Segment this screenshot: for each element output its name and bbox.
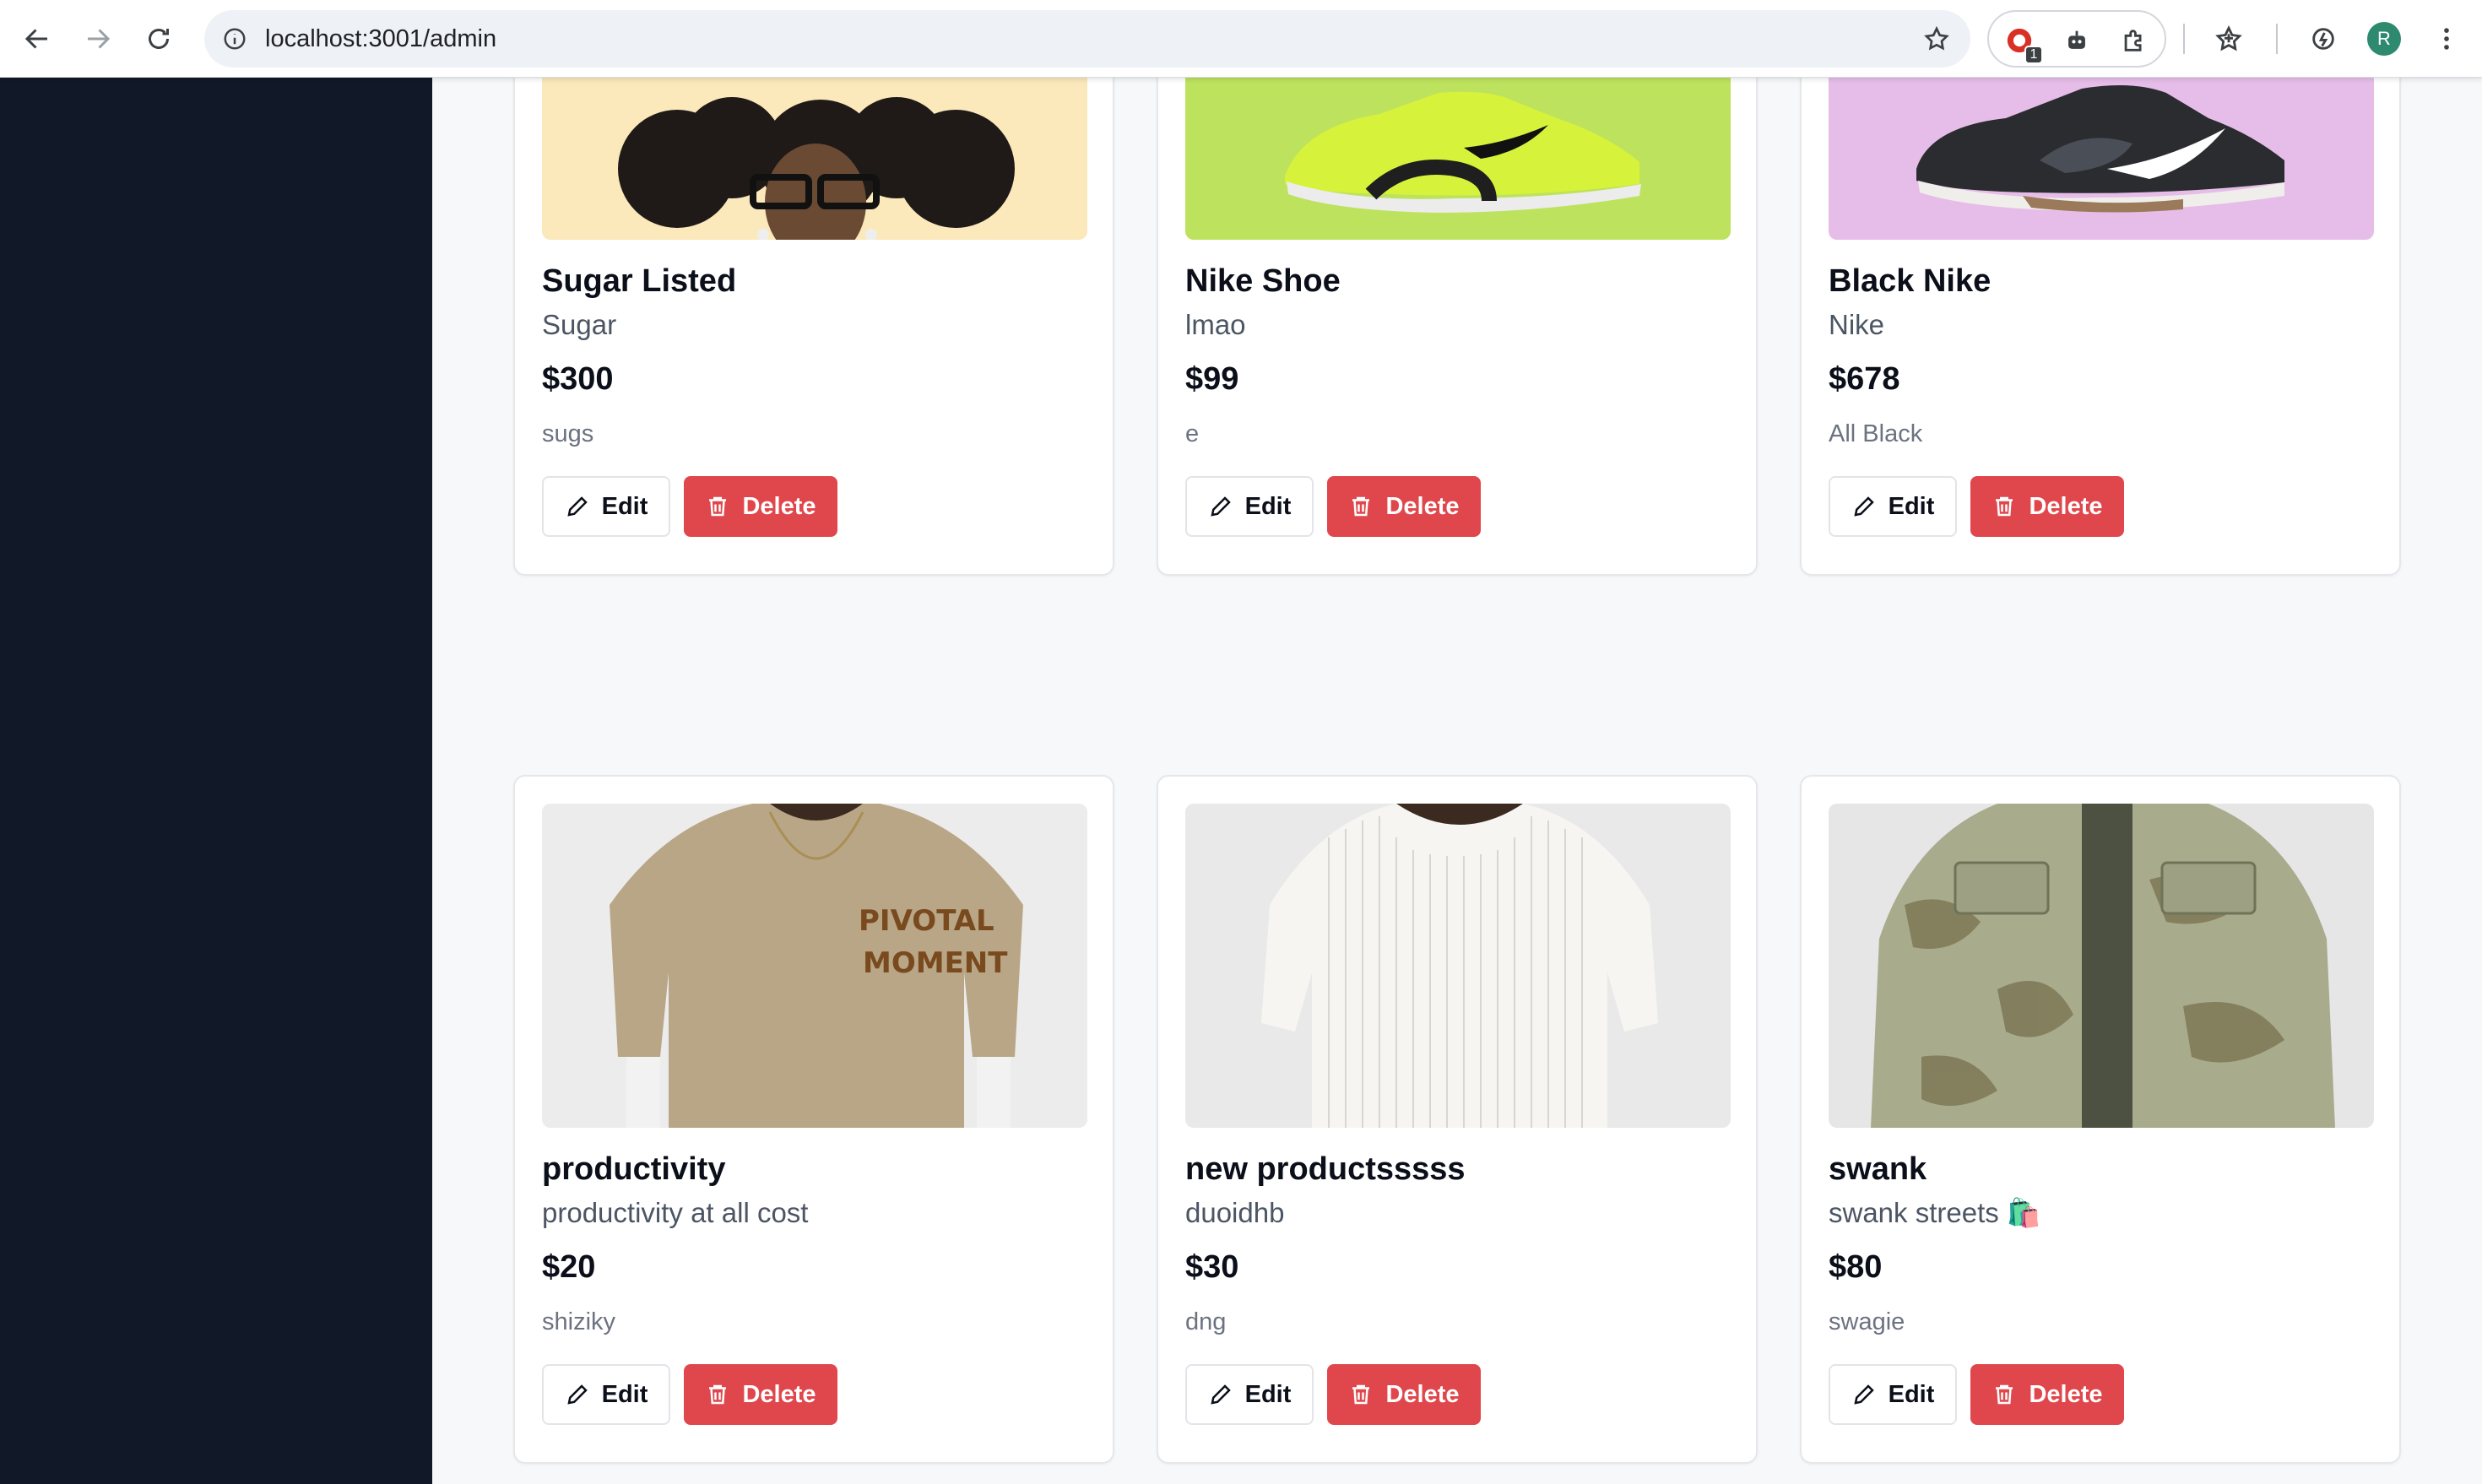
- delete-button[interactable]: Delete: [1327, 476, 1481, 537]
- edit-label: Edit: [1244, 492, 1292, 520]
- forward-button[interactable]: [76, 17, 120, 61]
- product-price: $30: [1185, 1249, 1239, 1285]
- svg-text:PIVOTAL: PIVOTAL: [859, 904, 994, 938]
- delete-label: Delete: [742, 492, 816, 520]
- trash-icon: [709, 1384, 727, 1405]
- product-grid: Sugar Listed Sugar $300 sugs Edit Delete…: [432, 78, 2482, 1484]
- pencil-icon: [567, 1384, 588, 1405]
- extension-red-icon[interactable]: 1: [2001, 22, 2043, 64]
- extensions-group: 1: [1987, 10, 2166, 68]
- product-subtitle: lmao: [1185, 309, 1246, 340]
- edit-button[interactable]: Edit: [1185, 476, 1314, 537]
- product-title: Black Nike: [1829, 263, 1992, 299]
- edit-button[interactable]: Edit: [1829, 476, 1957, 537]
- puzzle-icon[interactable]: [2116, 22, 2153, 59]
- admin-sidebar: [0, 78, 432, 1484]
- product-description: e: [1185, 420, 1200, 447]
- url-text: localhost:3001/admin: [265, 25, 497, 52]
- product-card: new productsssss duoidhb $30 dng Edit De…: [1157, 775, 1758, 1464]
- product-subtitle: Sugar: [542, 309, 617, 340]
- product-card: PIVOTAL MOMENT productivity productivity…: [513, 775, 1114, 1464]
- delete-button[interactable]: Delete: [1327, 1364, 1481, 1425]
- bookmarks-icon[interactable]: [2210, 20, 2247, 57]
- product-description: All Black: [1829, 420, 1923, 447]
- delete-button[interactable]: Delete: [1970, 476, 2124, 537]
- product-price: $99: [1185, 361, 1239, 397]
- arrow-left-icon: [24, 29, 47, 49]
- product-description: swagie: [1829, 1308, 1905, 1335]
- edit-label: Edit: [601, 492, 648, 520]
- delete-label: Delete: [1385, 1380, 1460, 1408]
- menu-kebab-icon[interactable]: [2428, 20, 2465, 57]
- reload-icon: [149, 29, 169, 49]
- toolbar-separator: [2276, 24, 2278, 54]
- product-image: [1829, 78, 2374, 240]
- product-image: [542, 78, 1087, 240]
- edit-button[interactable]: Edit: [542, 1364, 670, 1425]
- product-card: Nike Shoe lmao $99 e Edit Delete: [1157, 78, 1758, 576]
- browser-toolbar: localhost:3001/admin 1 R: [0, 0, 2482, 78]
- product-card: swank swank streets 🛍️ $80 swagie Edit D…: [1800, 775, 2401, 1464]
- product-subtitle: productivity at all cost: [542, 1197, 809, 1228]
- product-title: Nike Shoe: [1185, 263, 1341, 299]
- product-price: $678: [1829, 361, 1900, 397]
- edit-button[interactable]: Edit: [1829, 1364, 1957, 1425]
- site-info-icon[interactable]: [218, 22, 252, 56]
- product-price: $300: [542, 361, 614, 397]
- address-bar[interactable]: localhost:3001/admin: [204, 10, 1970, 68]
- svg-text:MOMENT: MOMENT: [863, 946, 1008, 980]
- product-description: shiziky: [542, 1308, 616, 1335]
- edit-label: Edit: [601, 1380, 648, 1408]
- product-title: new productsssss: [1185, 1151, 1466, 1187]
- edit-label: Edit: [1244, 1380, 1292, 1408]
- delete-label: Delete: [2029, 492, 2103, 520]
- product-card: Black Nike Nike $678 All Black Edit Dele…: [1800, 78, 2401, 576]
- edit-label: Edit: [1888, 1380, 1935, 1408]
- product-description: sugs: [542, 420, 594, 447]
- product-title: swank: [1829, 1151, 1927, 1187]
- edit-button[interactable]: Edit: [1185, 1364, 1314, 1425]
- profile-avatar[interactable]: R: [2367, 22, 2401, 56]
- product-subtitle: Nike: [1829, 309, 1885, 340]
- edit-label: Edit: [1888, 492, 1935, 520]
- performance-icon[interactable]: [2305, 20, 2342, 57]
- delete-label: Delete: [2029, 1380, 2103, 1408]
- product-title: Sugar Listed: [542, 263, 737, 299]
- product-description: dng: [1185, 1308, 1227, 1335]
- trash-icon: [709, 496, 727, 517]
- toolbar-separator: [2183, 24, 2185, 54]
- product-image: [1829, 804, 2374, 1128]
- delete-button[interactable]: Delete: [1970, 1364, 2124, 1425]
- trash-icon: [1996, 1384, 2013, 1405]
- reload-button[interactable]: [137, 17, 181, 61]
- arrow-right-icon: [88, 29, 111, 49]
- product-price: $80: [1829, 1249, 1883, 1285]
- bookmark-star-icon[interactable]: [1920, 22, 1954, 56]
- product-card: Sugar Listed Sugar $300 sugs Edit Delete: [513, 78, 1114, 576]
- product-price: $20: [542, 1249, 596, 1285]
- product-title: productivity: [542, 1151, 726, 1187]
- robot-icon[interactable]: [2058, 22, 2095, 59]
- delete-button[interactable]: Delete: [684, 476, 837, 537]
- pencil-icon: [1211, 1384, 1231, 1405]
- pencil-icon: [567, 496, 588, 517]
- extension-badge: 1: [2024, 46, 2043, 64]
- back-button[interactable]: [15, 17, 59, 61]
- product-image: [1185, 78, 1731, 240]
- product-subtitle: duoidhb: [1185, 1197, 1285, 1228]
- trash-icon: [1352, 496, 1370, 517]
- product-image: PIVOTAL MOMENT: [542, 804, 1087, 1128]
- pencil-icon: [1854, 496, 1874, 517]
- trash-icon: [1996, 496, 2013, 517]
- product-subtitle: swank streets 🛍️: [1829, 1197, 2041, 1228]
- pencil-icon: [1854, 1384, 1874, 1405]
- delete-label: Delete: [1385, 492, 1460, 520]
- trash-icon: [1352, 1384, 1370, 1405]
- delete-label: Delete: [742, 1380, 816, 1408]
- edit-button[interactable]: Edit: [542, 476, 670, 537]
- pencil-icon: [1211, 496, 1231, 517]
- delete-button[interactable]: Delete: [684, 1364, 837, 1425]
- product-image: [1185, 804, 1731, 1128]
